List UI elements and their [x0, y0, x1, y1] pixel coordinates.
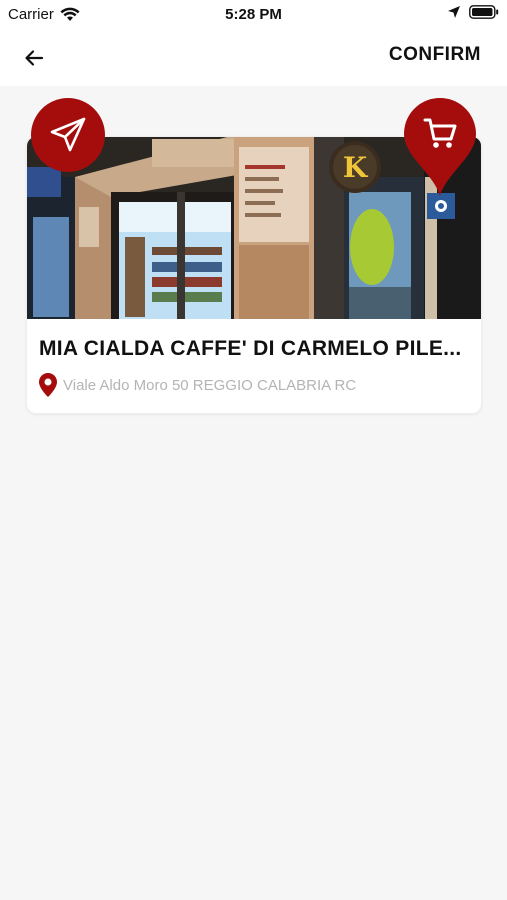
sign-logo-letter: K	[343, 151, 369, 184]
store-address-row: Viale Aldo Moro 50 REGGIO CALABRIA RC	[39, 373, 356, 397]
back-button[interactable]	[18, 42, 50, 74]
status-bar: Carrier 5:28 PM	[0, 0, 507, 30]
status-right	[447, 5, 499, 19]
location-arrow-icon	[448, 6, 460, 18]
store-name: MIA CIALDA CAFFE' DI CARMELO PILE...	[39, 337, 462, 360]
status-time: 5:28 PM	[225, 6, 282, 23]
send-button[interactable]	[31, 98, 105, 172]
battery-icon	[469, 5, 499, 19]
confirm-button[interactable]: CONFIRM	[389, 44, 481, 66]
paper-plane-icon	[50, 117, 86, 152]
nav-bar: CONFIRM	[0, 30, 507, 86]
arrow-left-icon	[25, 50, 44, 66]
store-address: Viale Aldo Moro 50 REGGIO CALABRIA RC	[63, 376, 357, 394]
cart-pin-shape	[404, 98, 476, 196]
map-pin-icon	[39, 373, 57, 397]
cart-button[interactable]	[404, 98, 476, 196]
